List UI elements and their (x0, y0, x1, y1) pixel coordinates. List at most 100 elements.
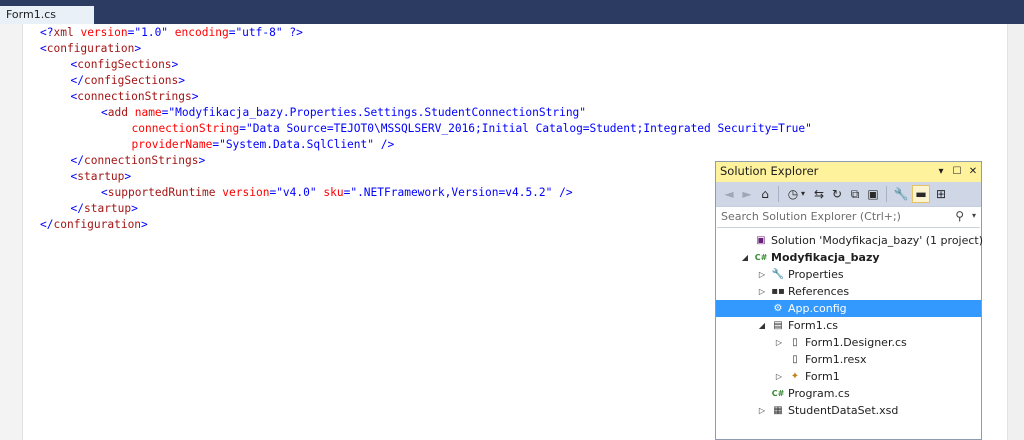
tree-item-label: References (788, 285, 850, 298)
code-token: encoding (174, 26, 229, 39)
code-token: </ (70, 74, 84, 87)
code-line[interactable]: <add name="Modyfikacja_bazy.Properties.S… (101, 105, 586, 121)
tree-item[interactable]: ◢ C# Modyfikacja_bazy (716, 249, 981, 266)
code-token: startup (83, 202, 132, 215)
code-token: > (178, 74, 186, 87)
tree-item[interactable]: ▷ ▦ StudentDataSet.xsd (716, 402, 981, 419)
tree-item-label: Properties (788, 268, 844, 281)
code-token: "v4.0" (276, 186, 317, 199)
editor-gutter (0, 24, 23, 440)
chevron-down-icon[interactable]: ▾ (798, 185, 808, 203)
code-token: connectionStrings (83, 154, 199, 167)
view-class-diagram-icon[interactable]: ⊞ (932, 185, 950, 203)
vertical-scrollbar[interactable] (1007, 24, 1024, 440)
code-token: </ (70, 202, 84, 215)
code-line[interactable]: </configSections> (71, 73, 186, 89)
search-input[interactable]: Search Solution Explorer (Ctrl+;) (721, 210, 901, 223)
tree-item-label: Solution 'Modyfikacja_bazy' (1 project) (771, 234, 984, 247)
code-token: < (101, 186, 108, 199)
forward-icon[interactable]: ► (738, 185, 756, 203)
tree-item[interactable]: ⚙ App.config (716, 300, 981, 317)
collapse-arrow-icon[interactable]: ◢ (757, 317, 767, 334)
csharp-file-icon: C# (771, 389, 785, 398)
code-token: > (198, 154, 206, 167)
code-token: > (134, 42, 142, 55)
solution-explorer-search[interactable]: Search Solution Explorer (Ctrl+;) ⚲ ▾ (717, 207, 980, 228)
solution-explorer-panel: Solution Explorer ▾ ☐ ✕ ◄ ► ⌂ ◷ ▾ ⇆ ↻ ⧉ … (715, 161, 984, 440)
preview-selected-items-icon[interactable]: ▬ (912, 185, 930, 203)
tree-item[interactable]: ▷ 🔧 Properties (716, 266, 981, 283)
solution-explorer-toolbar: ◄ ► ⌂ ◷ ▾ ⇆ ↻ ⧉ ▣ 🔧 ▬ ⊞ (716, 182, 981, 207)
tree-item[interactable]: C# Program.cs (716, 385, 981, 402)
code-token: startup (77, 170, 125, 183)
tree-item[interactable]: ◢ ▤ Form1.cs (716, 317, 981, 334)
code-token: configuration (46, 42, 135, 55)
code-token: "utf-8" (235, 26, 283, 39)
search-options-chevron-icon[interactable]: ▾ (972, 211, 976, 220)
code-token: > (171, 58, 179, 71)
window-position-dropdown-icon[interactable]: ▾ (934, 164, 948, 179)
references-icon: ▪▪ (771, 286, 785, 297)
code-line[interactable]: </configuration> (40, 217, 148, 233)
expand-arrow-icon[interactable]: ▷ (774, 368, 784, 385)
tree-item[interactable]: ▷ ▯ Form1.Designer.cs (716, 334, 981, 351)
wrench-icon: 🔧 (771, 269, 785, 280)
code-line[interactable]: <configSections> (71, 57, 179, 73)
collapse-all-icon[interactable]: ⧉ (846, 185, 864, 203)
refresh-icon[interactable]: ↻ (828, 185, 846, 203)
code-token: connectionStrings (77, 90, 192, 103)
home-icon[interactable]: ⌂ (756, 185, 774, 203)
solution-explorer-title-bar: Solution Explorer ▾ ☐ ✕ (716, 162, 981, 182)
code-line[interactable]: </connectionStrings> (71, 153, 206, 169)
code-token: > (124, 170, 132, 183)
code-line[interactable]: <connectionStrings> (71, 89, 199, 105)
sync-with-active-document-icon[interactable]: ⇆ (810, 185, 828, 203)
solution-icon: ▣ (756, 235, 766, 246)
code-token: < (101, 106, 108, 119)
back-icon[interactable]: ◄ (720, 185, 738, 203)
code-token: <? (40, 26, 54, 39)
search-icon[interactable]: ⚲ (955, 209, 964, 223)
csharp-project-icon: C# (754, 253, 768, 262)
code-line[interactable]: <supportedRuntime version="v4.0" sku=".N… (101, 185, 573, 201)
tree-item-label: Form1.resx (805, 353, 867, 366)
code-token: ?> (289, 26, 303, 39)
code-token: /> (559, 186, 573, 199)
properties-wrench-icon[interactable]: 🔧 (892, 185, 910, 203)
code-token: connectionString (131, 122, 240, 135)
expand-arrow-icon[interactable]: ▷ (757, 266, 767, 283)
expand-arrow-icon[interactable]: ▷ (757, 402, 767, 419)
code-line[interactable]: <startup> (71, 169, 132, 185)
show-all-files-icon[interactable]: ▣ (864, 185, 882, 203)
expand-arrow-icon[interactable]: ▷ (757, 283, 767, 300)
code-token: /> (380, 138, 395, 151)
code-token: < (40, 42, 47, 55)
code-line[interactable]: </startup> (71, 201, 138, 217)
code-token: ".NETFramework,Version=v4.5.2" (350, 186, 553, 199)
tab-form1-cs[interactable]: Form1.cs (0, 6, 94, 24)
code-token: </ (40, 218, 54, 231)
code-line[interactable]: <?xml version="1.0" encoding="utf-8" ?> (40, 25, 303, 41)
code-line[interactable]: providerName="System.Data.SqlClient" /> (132, 137, 395, 153)
code-token: "Modyfikacja_bazy.Properties.Settings.St… (168, 106, 587, 119)
tree-item-label: Form1.Designer.cs (805, 336, 907, 349)
code-token: configSections (77, 58, 172, 71)
tree-item-label: App.config (788, 302, 847, 315)
maximize-icon[interactable]: ☐ (950, 164, 964, 179)
tree-item[interactable]: ▷ ✦ Form1 (716, 368, 981, 385)
tree-item[interactable]: ▣ Solution 'Modyfikacja_bazy' (1 project) (716, 232, 984, 249)
tree-item-label: Form1 (805, 370, 840, 383)
dataset-icon: ▦ (773, 405, 783, 416)
code-token: > (191, 90, 199, 103)
code-line[interactable]: connectionString="Data Source=TEJOT0\MSS… (132, 121, 812, 137)
tree-item[interactable]: ▷ ▪▪ References (716, 283, 981, 300)
tree-item[interactable]: ▯ Form1.resx (716, 351, 981, 368)
code-token: providerName (131, 138, 213, 151)
expand-arrow-icon[interactable]: ▷ (774, 334, 784, 351)
code-token: </ (70, 154, 84, 167)
code-line[interactable]: <configuration> (40, 41, 141, 57)
close-icon[interactable]: ✕ (966, 164, 980, 179)
code-token: configuration (53, 218, 142, 231)
collapse-arrow-icon[interactable]: ◢ (740, 249, 750, 266)
